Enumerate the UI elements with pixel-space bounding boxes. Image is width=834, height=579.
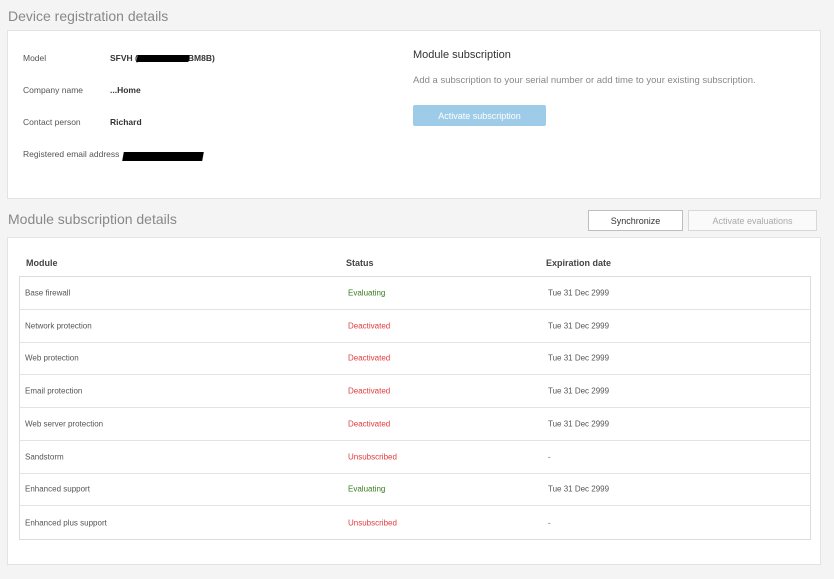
- expiration-date-cell: Tue 31 Dec 2999: [548, 353, 610, 363]
- model-value: SFVH ( BM8B): [110, 53, 215, 63]
- company-name-value: ...Home: [110, 85, 141, 95]
- module-subscription-title: Module subscription: [413, 49, 511, 61]
- modules-section-title: Module subscription details: [8, 211, 177, 227]
- module-name-cell: Enhanced plus support: [25, 518, 107, 528]
- expiration-date-cell: Tue 31 Dec 2999: [548, 386, 610, 396]
- module-name-cell: Sandstorm: [25, 452, 64, 462]
- expiration-date-cell: Tue 31 Dec 2999: [548, 419, 610, 429]
- table-row: Enhanced support Evaluating Tue 31 Dec 299…: [20, 474, 810, 507]
- table-row: Web protection Deactivated Tue 31 Dec 2999: [20, 343, 810, 376]
- status-cell: Deactivated: [348, 386, 391, 396]
- model-label: Model: [23, 53, 47, 63]
- status-cell: Deactivated: [348, 353, 391, 363]
- synchronize-button[interactable]: Synchronize: [588, 210, 683, 231]
- activate-evaluations-button[interactable]: Activate evaluations: [688, 210, 817, 231]
- module-name-cell: Network protection: [25, 321, 92, 331]
- activate-subscription-button[interactable]: Activate subscription: [413, 105, 546, 126]
- module-subscription-panel: Module Status Expiration date Base firew…: [7, 237, 821, 565]
- contact-person-value: Richard: [110, 117, 142, 127]
- redaction-mark: [122, 152, 204, 162]
- expiration-date-cell: -: [548, 452, 551, 462]
- status-cell: Evaluating: [348, 288, 386, 298]
- table-row: Email protection Deactivated Tue 31 Dec 29…: [20, 375, 810, 408]
- table-row: Sandstorm Unsubscribed -: [20, 441, 810, 474]
- status-cell: Evaluating: [348, 484, 386, 494]
- registered-email-value: [122, 148, 204, 166]
- table-row: Network protection Deactivated Tue 31 Dec …: [20, 310, 810, 343]
- expiration-date-cell: Tue 31 Dec 2999: [548, 321, 610, 331]
- redaction-mark: [136, 55, 190, 63]
- table-row: Web server protection Deactivated Tue 31 D…: [20, 408, 810, 441]
- module-name-cell: Email protection: [25, 386, 83, 396]
- column-header-expiration-date: Expiration date: [546, 258, 612, 268]
- status-cell: Unsubscribed: [348, 452, 397, 462]
- device-section-title: Device registration details: [8, 8, 169, 24]
- expiration-date-cell: -: [548, 518, 551, 528]
- registered-email-label: Registered email address: [23, 149, 120, 159]
- status-cell: Deactivated: [348, 419, 391, 429]
- company-name-label: Company name: [23, 85, 84, 95]
- status-cell: Unsubscribed: [348, 518, 397, 528]
- status-cell: Deactivated: [348, 321, 391, 331]
- model-value-suffix: BM8B): [187, 53, 215, 63]
- column-header-status: Status: [346, 258, 374, 268]
- table-row: Base firewall Evaluating Tue 31 Dec 2999: [20, 277, 810, 310]
- module-table: Base firewall Evaluating Tue 31 Dec 2999 Ne…: [19, 276, 811, 540]
- module-name-cell: Web server protection: [25, 419, 104, 429]
- module-name-cell: Web protection: [25, 353, 79, 363]
- module-subscription-description: Add a subscription to your serial number…: [413, 75, 756, 86]
- column-header-module: Module: [26, 258, 58, 268]
- contact-person-label: Contact person: [23, 117, 81, 127]
- module-name-cell: Enhanced support: [25, 484, 90, 494]
- expiration-date-cell: Tue 31 Dec 2999: [548, 484, 610, 494]
- module-name-cell: Base firewall: [25, 288, 71, 298]
- expiration-date-cell: Tue 31 Dec 2999: [548, 288, 610, 298]
- device-registration-panel: Model SFVH ( BM8B) Company name ...Home C…: [7, 30, 821, 199]
- table-row: Enhanced plus support Unsubscribed -: [20, 506, 810, 539]
- model-value-prefix: SFVH (: [110, 53, 138, 63]
